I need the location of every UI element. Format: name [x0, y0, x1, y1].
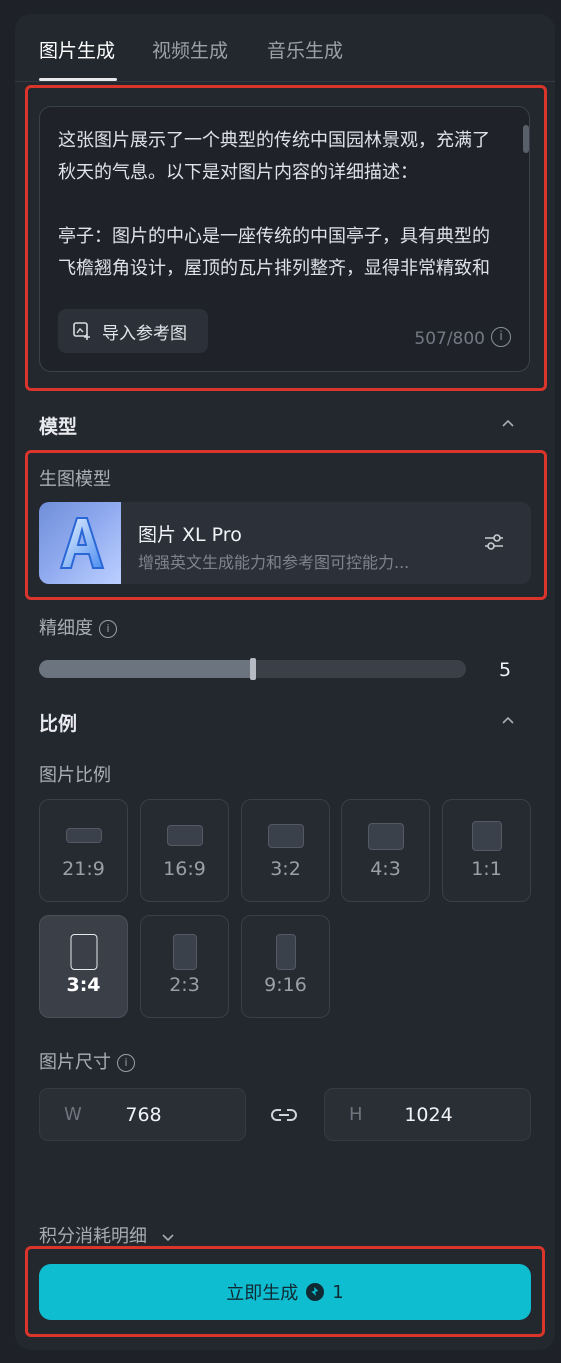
chevron-up-icon[interactable] [501, 416, 515, 430]
info-icon[interactable]: i [491, 327, 511, 347]
info-icon[interactable]: i [117, 1054, 135, 1072]
precision-value: 5 [499, 659, 512, 681]
import-reference-label: 导入参考图 [102, 323, 187, 344]
link-icon[interactable] [270, 1104, 298, 1126]
tab-music-generation[interactable]: 音乐生成 [267, 36, 343, 63]
width-input[interactable]: W 768 [39, 1088, 246, 1141]
prompt-textarea[interactable]: 这张图片展示了一个典型的传统中国园林景观，充满了秋天的气息。以下是对图片内容的详… [39, 106, 530, 372]
chevron-down-icon [162, 1234, 174, 1242]
ratio-shape-icon [172, 934, 197, 970]
height-value[interactable]: 1024 [325, 1104, 532, 1126]
tab-image-generation[interactable]: 图片生成 [39, 36, 115, 63]
slider-handle[interactable] [250, 658, 256, 680]
model-thumbnail [39, 502, 121, 584]
ratio-shape-icon [70, 934, 97, 970]
ratio-option-4-3[interactable]: 4:3 [341, 799, 430, 902]
ratio-section-title: 比例 [39, 713, 78, 735]
credit-coin-icon [306, 1283, 325, 1301]
generation-panel: 图片生成 视频生成 音乐生成 这张图片展示了一个典型的传统中国园林景观，充满了秋… [15, 14, 555, 1350]
ratio-shape-icon [367, 823, 404, 850]
prompt-text[interactable]: 这张图片展示了一个典型的传统中国园林景观，充满了秋天的气息。以下是对图片内容的详… [58, 125, 506, 287]
ratio-label: 3:4 [66, 974, 101, 996]
model-description: 增强英文生成能力和参考图可控能力... [138, 553, 410, 572]
ratio-label: 16:9 [163, 858, 206, 880]
prompt-scrollbar[interactable] [523, 125, 529, 153]
ratio-shape-icon [471, 821, 502, 851]
slider-fill [39, 660, 253, 678]
sliders-settings-icon[interactable] [483, 531, 505, 553]
model-sub-label: 生图模型 [39, 469, 111, 490]
image-add-icon [73, 322, 90, 340]
tab-video-generation[interactable]: 视频生成 [152, 36, 228, 63]
size-label-text: 图片尺寸 [39, 1052, 111, 1073]
ratio-label: 1:1 [471, 858, 502, 880]
width-value[interactable]: 768 [40, 1104, 247, 1126]
model-section-title: 模型 [39, 416, 78, 438]
char-counter: 507/800 [414, 329, 485, 349]
generate-button[interactable]: 立即生成 1 [39, 1264, 531, 1320]
info-icon[interactable]: i [99, 620, 117, 638]
ratio-option-2-3[interactable]: 2:3 [140, 915, 229, 1018]
ratio-option-3-2[interactable]: 3:2 [241, 799, 330, 902]
ratio-shape-icon [166, 825, 203, 846]
precision-label-text: 精细度 [39, 618, 93, 639]
ratio-shape-icon [275, 934, 296, 970]
ratio-option-3-4[interactable]: 3:4 [39, 915, 128, 1018]
model-name: 图片 XL Pro [138, 524, 242, 546]
ratio-option-9-16[interactable]: 9:16 [241, 915, 330, 1018]
precision-slider[interactable] [39, 658, 466, 680]
ratio-label: 3:2 [270, 858, 301, 880]
tab-bar: 图片生成 视频生成 音乐生成 [15, 14, 555, 82]
active-tab-indicator [39, 78, 117, 81]
generate-label: 立即生成 [226, 1283, 299, 1304]
precision-label: 精细度 i [39, 614, 117, 640]
cost-detail-toggle[interactable]: 积分消耗明细 [39, 1222, 175, 1248]
ratio-label: 9:16 [264, 974, 307, 996]
generate-cost: 1 [332, 1281, 344, 1303]
ratio-sub-label: 图片比例 [39, 765, 111, 786]
ratio-option-21-9[interactable]: 21:9 [39, 799, 128, 902]
ratio-shape-icon [267, 824, 304, 848]
ratio-option-1-1[interactable]: 1:1 [442, 799, 531, 902]
import-reference-button[interactable]: 导入参考图 [58, 309, 208, 353]
ratio-option-16-9[interactable]: 16:9 [140, 799, 229, 902]
ratio-label: 4:3 [370, 858, 401, 880]
height-input[interactable]: H 1024 [324, 1088, 531, 1141]
model-card[interactable]: 图片 XL Pro 增强英文生成能力和参考图可控能力... [39, 502, 531, 584]
size-label: 图片尺寸 i [39, 1048, 135, 1074]
chevron-up-icon[interactable] [501, 713, 515, 727]
ratio-label: 2:3 [169, 974, 200, 996]
ratio-shape-icon [65, 828, 102, 843]
cost-detail-label: 积分消耗明细 [39, 1226, 147, 1247]
ratio-label: 21:9 [62, 858, 105, 880]
